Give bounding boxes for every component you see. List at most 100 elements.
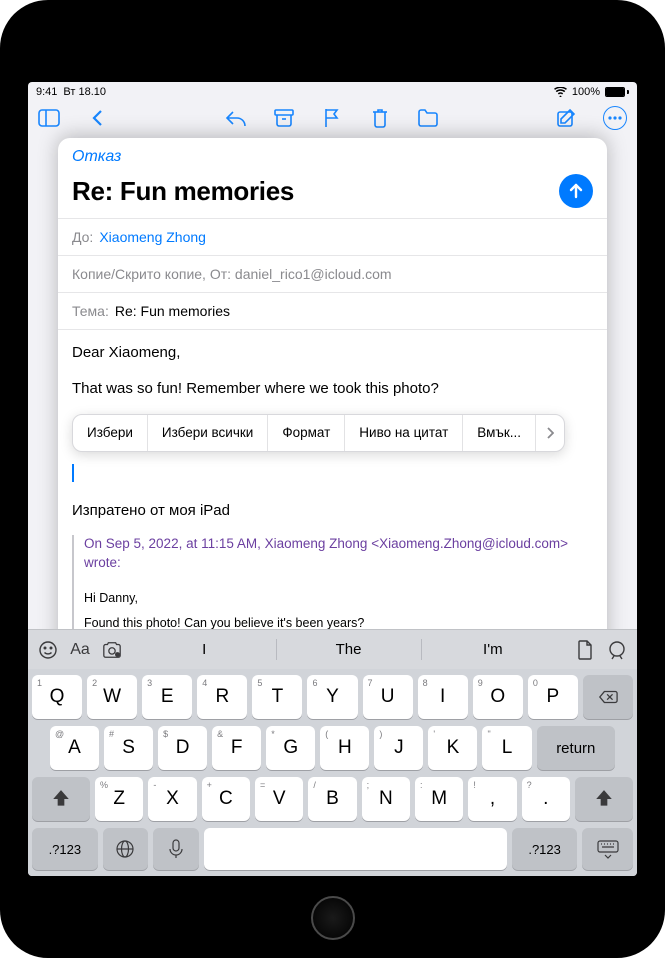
sidebar-icon[interactable] bbox=[38, 107, 60, 129]
keyboard-area: Aa I The I'm 1Q2W3E4R5T6Y7U8I9O0P bbox=[28, 629, 637, 876]
key-backspace[interactable] bbox=[583, 675, 633, 719]
quote-line-1: Hi Danny, bbox=[84, 589, 593, 608]
key-x[interactable]: -X bbox=[148, 777, 196, 821]
menu-select-all[interactable]: Избери всички bbox=[148, 415, 268, 451]
key-space[interactable] bbox=[204, 828, 507, 870]
send-button[interactable] bbox=[559, 174, 593, 208]
text-cursor-line bbox=[72, 464, 593, 482]
status-bar: 9:41 Вт 18.10 100% bbox=[28, 82, 637, 102]
key-d[interactable]: $D bbox=[158, 726, 207, 770]
menu-more-arrow[interactable] bbox=[536, 415, 564, 451]
home-button[interactable] bbox=[311, 896, 355, 940]
compose-title: Re: Fun memories bbox=[72, 176, 294, 207]
menu-select[interactable]: Избери bbox=[73, 415, 148, 451]
camera-icon[interactable] bbox=[102, 640, 122, 660]
prediction-2[interactable]: The bbox=[276, 631, 420, 668]
key-hide-keyboard[interactable] bbox=[582, 828, 633, 870]
shift-icon bbox=[51, 789, 71, 809]
key-return[interactable]: return bbox=[537, 726, 615, 770]
backspace-icon bbox=[598, 687, 618, 707]
wifi-icon bbox=[554, 87, 567, 97]
compose-body[interactable]: Dear Xiaomeng, That was so fun! Remember… bbox=[58, 329, 607, 651]
menu-quote-level[interactable]: Ниво на цитат bbox=[345, 415, 463, 451]
cancel-button[interactable]: Отказ bbox=[72, 148, 121, 165]
subject-label: Тема: bbox=[72, 303, 109, 319]
key-t[interactable]: 5T bbox=[252, 675, 302, 719]
archive-icon[interactable] bbox=[273, 107, 295, 129]
key-shift-right[interactable] bbox=[575, 777, 633, 821]
markup-icon[interactable] bbox=[607, 640, 627, 660]
key-y[interactable]: 6Y bbox=[307, 675, 357, 719]
quote-header: On Sep 5, 2022, at 11:15 AM, Xiaomeng Zh… bbox=[84, 535, 593, 573]
more-icon[interactable] bbox=[603, 106, 627, 130]
screen: 9:41 Вт 18.10 100% bbox=[28, 82, 637, 876]
document-scan-icon[interactable] bbox=[575, 640, 595, 660]
battery-percent: 100% bbox=[572, 86, 600, 98]
chevron-right-icon bbox=[546, 427, 554, 439]
key-z[interactable]: %Z bbox=[95, 777, 143, 821]
trash-icon[interactable] bbox=[369, 107, 391, 129]
to-recipient[interactable]: Xiaomeng Zhong bbox=[99, 229, 206, 245]
mail-background-toolbar bbox=[28, 102, 637, 134]
key-shift-left[interactable] bbox=[32, 777, 90, 821]
status-date: Вт 18.10 bbox=[63, 86, 106, 98]
subject-value: Re: Fun memories bbox=[115, 303, 230, 319]
key-b[interactable]: /B bbox=[308, 777, 356, 821]
key-i[interactable]: 8I bbox=[418, 675, 468, 719]
mic-icon bbox=[169, 839, 183, 859]
email-signature: Изпратено от моя iPad bbox=[72, 500, 593, 522]
key-m[interactable]: :M bbox=[415, 777, 463, 821]
ipad-device-frame: 9:41 Вт 18.10 100% bbox=[0, 0, 665, 958]
globe-icon bbox=[115, 839, 135, 859]
key-o[interactable]: 9O bbox=[473, 675, 523, 719]
key-numbers-left[interactable]: .?123 bbox=[32, 828, 98, 870]
shift-icon bbox=[594, 789, 614, 809]
to-label: До: bbox=[72, 229, 93, 245]
key-s[interactable]: #S bbox=[104, 726, 153, 770]
key-u[interactable]: 7U bbox=[363, 675, 413, 719]
key-e[interactable]: 3E bbox=[142, 675, 192, 719]
key-c[interactable]: +C bbox=[202, 777, 250, 821]
text-context-menu: Избери Избери всички Формат Ниво на цита… bbox=[72, 414, 565, 452]
prediction-bar: Aa I The I'm bbox=[28, 629, 637, 669]
prediction-3[interactable]: I'm bbox=[421, 631, 565, 668]
flag-icon[interactable] bbox=[321, 107, 343, 129]
body-greeting: Dear Xiaomeng, bbox=[72, 342, 593, 364]
key-h[interactable]: (H bbox=[320, 726, 369, 770]
keyboard: 1Q2W3E4R5T6Y7U8I9O0P @A#S$D&F*G(H)J'K"Lr… bbox=[28, 669, 637, 876]
emoji-icon[interactable] bbox=[38, 640, 58, 660]
subject-field[interactable]: Тема: Re: Fun memories bbox=[58, 292, 607, 329]
quoted-message: On Sep 5, 2022, at 11:15 AM, Xiaomeng Zh… bbox=[72, 535, 593, 632]
menu-insert[interactable]: Вмък... bbox=[463, 415, 536, 451]
key-n[interactable]: ;N bbox=[362, 777, 410, 821]
menu-format[interactable]: Формат bbox=[268, 415, 345, 451]
key-g[interactable]: *G bbox=[266, 726, 315, 770]
key-dictation[interactable] bbox=[153, 828, 198, 870]
key-k[interactable]: 'K bbox=[428, 726, 477, 770]
cc-bcc-from-field[interactable]: Копие/Скрито копие, От: daniel_rico1@icl… bbox=[58, 255, 607, 292]
key-l[interactable]: "L bbox=[482, 726, 531, 770]
key-,[interactable]: !, bbox=[468, 777, 516, 821]
key-.[interactable]: ?. bbox=[522, 777, 570, 821]
battery-icon bbox=[605, 87, 629, 97]
key-j[interactable]: )J bbox=[374, 726, 423, 770]
compose-icon[interactable] bbox=[555, 107, 577, 129]
text-format-icon[interactable]: Aa bbox=[70, 640, 90, 660]
keyboard-hide-icon bbox=[596, 839, 620, 859]
status-time: 9:41 bbox=[36, 86, 57, 98]
arrow-up-icon bbox=[567, 182, 585, 200]
key-q[interactable]: 1Q bbox=[32, 675, 82, 719]
back-chevron-icon[interactable] bbox=[86, 107, 108, 129]
to-field[interactable]: До: Xiaomeng Zhong bbox=[58, 218, 607, 255]
key-f[interactable]: &F bbox=[212, 726, 261, 770]
key-r[interactable]: 4R bbox=[197, 675, 247, 719]
reply-icon[interactable] bbox=[225, 107, 247, 129]
key-a[interactable]: @A bbox=[50, 726, 99, 770]
key-p[interactable]: 0P bbox=[528, 675, 578, 719]
key-numbers-right[interactable]: .?123 bbox=[512, 828, 578, 870]
prediction-1[interactable]: I bbox=[132, 631, 276, 668]
key-w[interactable]: 2W bbox=[87, 675, 137, 719]
folder-icon[interactable] bbox=[417, 107, 439, 129]
key-globe[interactable] bbox=[103, 828, 148, 870]
key-v[interactable]: =V bbox=[255, 777, 303, 821]
